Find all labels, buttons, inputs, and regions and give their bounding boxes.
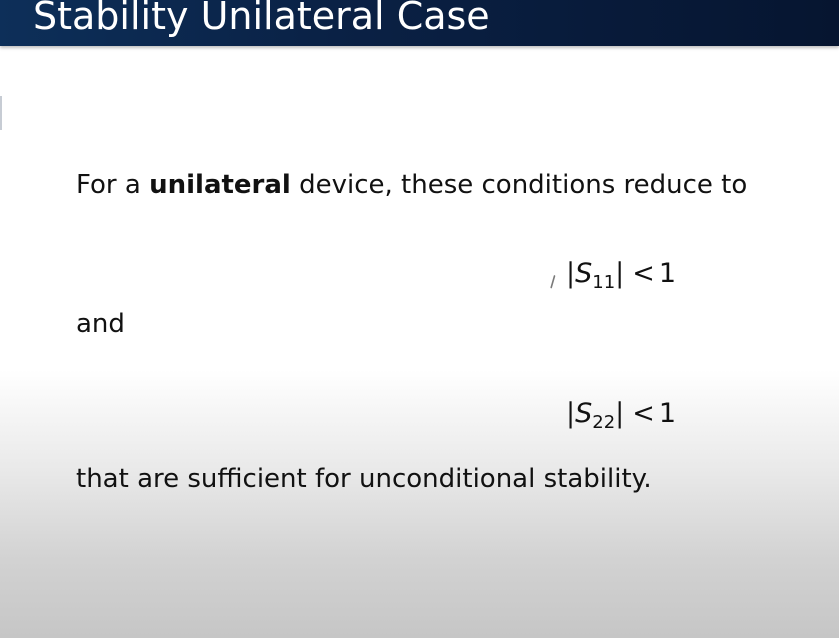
eq2-open-bar: | [566, 398, 576, 429]
eq2-rhs: 1 [658, 398, 677, 429]
eq1-rhs: 1 [658, 258, 677, 289]
eq2-close-bar: | [615, 398, 625, 429]
pen-cursor-icon [550, 275, 556, 289]
eq2-relation: < [632, 398, 655, 429]
title-bar: Stability Unilateral Case [0, 0, 839, 46]
equation-s11: |S11| <1 [566, 257, 677, 293]
intro-text-before: For a [76, 170, 150, 200]
eq2-subscript: 22 [592, 412, 616, 433]
eq1-close-bar: | [615, 258, 625, 289]
eq2-variable: S [575, 398, 593, 429]
eq1-relation: < [632, 258, 655, 289]
eq1-open-bar: | [566, 258, 576, 289]
and-text: and [76, 309, 125, 339]
eq1-variable: S [575, 258, 593, 289]
intro-bold-term: unilateral [149, 170, 291, 200]
equation-s22: |S22| <1 [566, 397, 677, 433]
intro-sentence: For a unilateral device, these condition… [76, 169, 747, 201]
intro-text-after: device, these conditions reduce to [290, 170, 748, 200]
eq1-subscript: 11 [592, 272, 616, 293]
slide-title: Stability Unilateral Case [33, 0, 490, 38]
conclusion-sentence: that are sufficient for unconditional st… [76, 464, 652, 494]
left-edge-artifact [0, 96, 2, 130]
